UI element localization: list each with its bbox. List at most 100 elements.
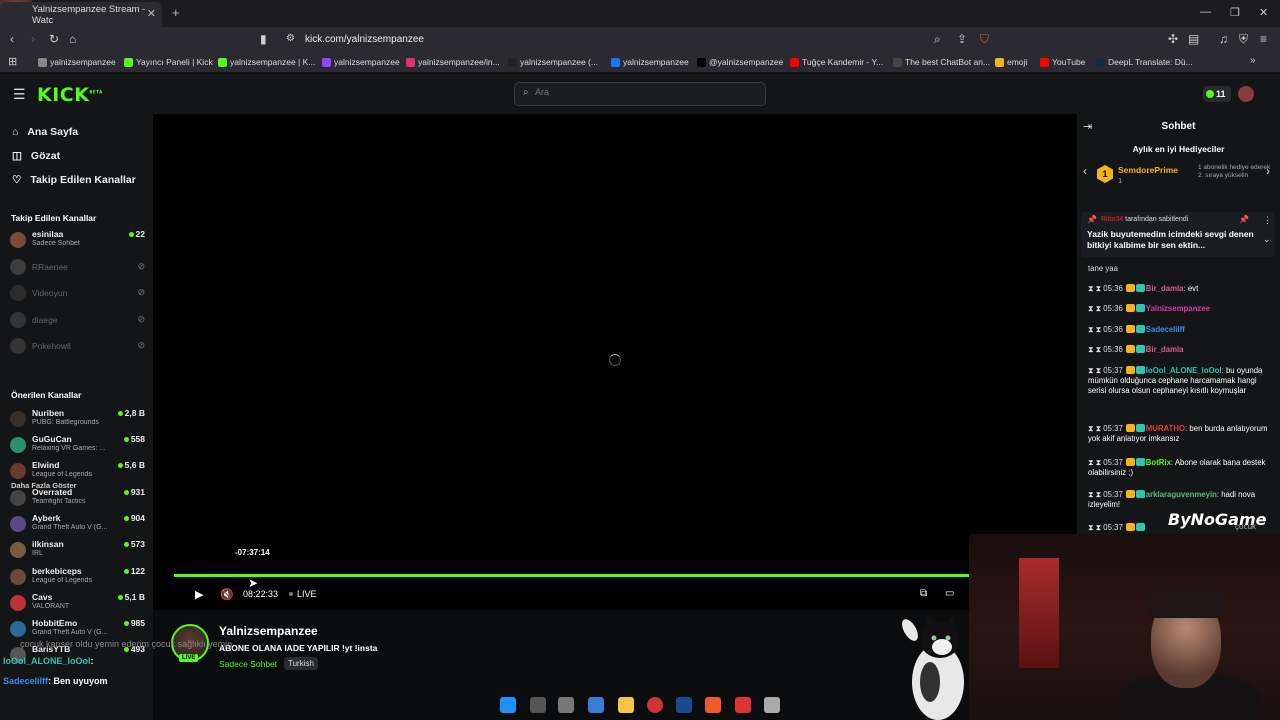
sidebar-icon[interactable]: ▤ bbox=[1188, 32, 1199, 46]
steam-icon[interactable] bbox=[676, 697, 692, 713]
chat-message[interactable]: ⧗ ⧗ 05:36 Yalnizsempanzee bbox=[1088, 304, 1272, 314]
sidebar-nav-item[interactable]: ◫ Gözat bbox=[12, 150, 60, 162]
pip-icon[interactable]: ⧉ bbox=[920, 588, 927, 599]
progress-bar[interactable] bbox=[174, 574, 970, 577]
bookmark-item[interactable]: emoji bbox=[995, 57, 1027, 67]
back-icon[interactable]: ‹ bbox=[10, 32, 14, 46]
app-icon-4[interactable] bbox=[764, 697, 780, 713]
bookmark-item[interactable]: yalnizsempanzee | K... bbox=[218, 57, 315, 67]
bookmark-item[interactable]: yalnizsempanzee bbox=[38, 57, 116, 67]
browser-tab[interactable]: Yalnizsempanzee Stream - Watc ✕ bbox=[0, 2, 162, 27]
message-username[interactable]: Bir_damla bbox=[1146, 284, 1184, 293]
video-player[interactable]: -07:37:14 ➤ ▶ 🔇 08:22:33 LIVE ⧉ ▭ bbox=[153, 114, 1077, 610]
sidebar-nav-item[interactable]: ♡ Takip Edilen Kanallar bbox=[12, 174, 136, 186]
restore-icon[interactable]: ❐ bbox=[1230, 6, 1240, 19]
message-username[interactable]: Yalnizsempanzee bbox=[1146, 304, 1210, 313]
language-tag[interactable]: Turkish bbox=[284, 657, 318, 670]
kick-logo[interactable]: KICKBETA bbox=[37, 84, 103, 106]
bookmarks-overflow-icon[interactable]: » bbox=[1250, 55, 1256, 66]
sidebar-nav-item[interactable]: ⌂ Ana Sayfa bbox=[12, 126, 78, 138]
bookmark-item[interactable]: Tuğçe Kandemir - Y... bbox=[790, 57, 883, 67]
bookmark-icon[interactable]: ▮ bbox=[260, 32, 267, 46]
brave-icon[interactable] bbox=[705, 697, 721, 713]
chat-message[interactable]: ⧗ ⧗ 05:37 MURATHO: ben burda anlatıyorum … bbox=[1088, 424, 1272, 444]
menu-icon[interactable]: ≡ bbox=[1260, 32, 1267, 46]
sidebar-channel[interactable]: Pokehowll ⊘ bbox=[10, 335, 145, 359]
chat-message[interactable]: ⧗ ⧗ 05:36 Bir_damla bbox=[1088, 345, 1272, 355]
search-input[interactable] bbox=[535, 87, 755, 97]
address-bar[interactable]: ⚙ kick.com/yalnizsempanzee ⌕ ⇪ ⛉ bbox=[280, 30, 1000, 50]
sidebar-channel[interactable]: Cavs VALORANT 5,1 B bbox=[10, 592, 145, 616]
mod-tools-icon[interactable]: ⧗ ⧗ bbox=[1088, 490, 1103, 499]
unpin-icon[interactable]: 📌 bbox=[1239, 215, 1249, 224]
theater-mode-icon[interactable]: ▭ bbox=[945, 588, 954, 599]
sidebar-channel[interactable]: GuGuCan Relaxing VR Games: ... 558 bbox=[10, 434, 145, 458]
bookmark-item[interactable]: yalnizsempanzee bbox=[322, 57, 400, 67]
bookmark-item[interactable]: yalnizsempanzee (... bbox=[508, 57, 598, 67]
site-settings-icon[interactable]: ⚙ bbox=[286, 33, 295, 44]
minimize-icon[interactable]: — bbox=[1200, 6, 1211, 18]
bookmark-item[interactable]: Yayıncı Paneli | Kick bbox=[124, 57, 213, 67]
sidebar-channel[interactable]: Elwind League of Legends 5,6 B bbox=[10, 460, 145, 484]
message-username[interactable]: Bir_damla bbox=[1146, 345, 1184, 354]
chat-message[interactable]: ⧗ ⧗ 05:36 Bir_damla: evt bbox=[1088, 284, 1272, 294]
mod-tools-icon[interactable]: ⧗ ⧗ bbox=[1088, 458, 1103, 467]
mod-tools-icon[interactable]: ⧗ ⧗ bbox=[1088, 304, 1103, 313]
sidebar-channel[interactable]: Ayberk Grand Theft Auto V (G... 904 bbox=[10, 513, 145, 537]
window-close-icon[interactable]: ✕ bbox=[1259, 6, 1268, 19]
kicks-balance[interactable]: 11 bbox=[1203, 86, 1231, 102]
mod-tools-icon[interactable]: ⧗ ⧗ bbox=[1088, 523, 1103, 532]
vpn-icon[interactable]: ⛨ bbox=[1239, 32, 1248, 47]
bookmark-item[interactable]: YouTube bbox=[1040, 57, 1085, 67]
expand-pinned-icon[interactable]: ⌄ bbox=[1263, 234, 1271, 245]
app-icon-3[interactable] bbox=[735, 697, 751, 713]
bookmark-item[interactable]: The best ChatBot an... bbox=[893, 57, 990, 67]
chat-message[interactable]: ⧗ ⧗ 05:36 Sadecelilff bbox=[1088, 325, 1272, 335]
message-username[interactable]: MURATHO bbox=[1146, 424, 1185, 433]
extensions-icon[interactable]: ✣ bbox=[1168, 32, 1178, 46]
mod-tools-icon[interactable]: ⧗ ⧗ bbox=[1088, 345, 1103, 354]
task-view-icon[interactable] bbox=[530, 697, 546, 713]
message-username[interactable]: BotRix bbox=[1146, 458, 1171, 467]
sidebar-channel[interactable]: diaege ⊘ bbox=[10, 309, 145, 333]
pinned-message[interactable]: 📌 Ritto34 tarafından sabitlendi 📌 ⋮ Yazi… bbox=[1081, 212, 1275, 257]
reload-icon[interactable]: ↻ bbox=[49, 32, 59, 46]
search-box[interactable]: ⌕ bbox=[514, 82, 766, 106]
message-username[interactable]: Sadecelilff bbox=[1146, 325, 1185, 334]
sidebar-channel[interactable]: Videoyun ⊘ bbox=[10, 282, 145, 306]
bookmark-item[interactable]: yalnizsempanzee/in... bbox=[406, 57, 500, 67]
bookmark-item[interactable]: DeepL Translate: Dü... bbox=[1096, 57, 1193, 67]
play-icon[interactable]: ▶ bbox=[195, 588, 203, 601]
app-icon-1[interactable] bbox=[558, 697, 574, 713]
zoom-icon[interactable]: ⌕ bbox=[934, 32, 941, 47]
hamburger-menu-icon[interactable]: ☰ bbox=[13, 86, 26, 103]
brave-shield-icon[interactable]: ⛉ bbox=[980, 32, 989, 47]
streamer-name[interactable]: Yalnizsempanzee bbox=[219, 624, 318, 638]
live-indicator[interactable]: LIVE bbox=[289, 589, 317, 599]
sidebar-channel[interactable]: RRaenee ⊘ bbox=[10, 256, 145, 280]
mute-icon[interactable]: 🔇 bbox=[220, 588, 234, 601]
chat-message[interactable]: ⧗ ⧗ 05:37 BotRix: Abone olarak bana deste… bbox=[1088, 458, 1272, 478]
mod-tools-icon[interactable]: ⧗ ⧗ bbox=[1088, 325, 1103, 334]
app-icon-2[interactable] bbox=[588, 697, 604, 713]
mod-tools-icon[interactable]: ⧗ ⧗ bbox=[1088, 284, 1103, 293]
more-options-icon[interactable]: ⋮ bbox=[1263, 215, 1272, 226]
obs-icon[interactable] bbox=[647, 697, 663, 713]
share-icon[interactable]: ⇪ bbox=[957, 32, 967, 46]
sidebar-channel[interactable]: Overrated Teamfight Tactics 931 bbox=[10, 487, 145, 511]
mod-tools-icon[interactable]: ⧗ ⧗ bbox=[1088, 366, 1103, 375]
gifter-name[interactable]: SemdorePrime bbox=[1118, 165, 1178, 175]
sidebar-channel[interactable]: berkebiceps League of Legends 122 bbox=[10, 566, 145, 590]
message-username[interactable]: arklaraguvenmeyin bbox=[1146, 490, 1217, 499]
message-username[interactable]: loOol_ALONE_loOol bbox=[1146, 366, 1222, 375]
forward-icon[interactable]: › bbox=[31, 32, 35, 46]
stream-category[interactable]: Sadece Sohbet bbox=[219, 659, 277, 669]
chat-message[interactable]: ⧗ ⧗ 05:37 loOol_ALONE_loOol: bu oyunda mü… bbox=[1088, 366, 1272, 396]
sidebar-channel[interactable]: esinilaa Sadece Sohbet 22 bbox=[10, 229, 145, 253]
sidebar-channel[interactable]: Nuriben PUBG: Battlegrounds 2,8 B bbox=[10, 408, 145, 432]
user-avatar[interactable] bbox=[1238, 86, 1254, 102]
mod-tools-icon[interactable]: ⧗ ⧗ bbox=[1088, 424, 1103, 433]
file-explorer-icon[interactable] bbox=[618, 697, 634, 713]
chat-message[interactable]: ⧗ ⧗ 05:37 arklaraguvenmeyin: hadi nova iz… bbox=[1088, 490, 1272, 510]
windows-start-icon[interactable] bbox=[500, 697, 516, 713]
